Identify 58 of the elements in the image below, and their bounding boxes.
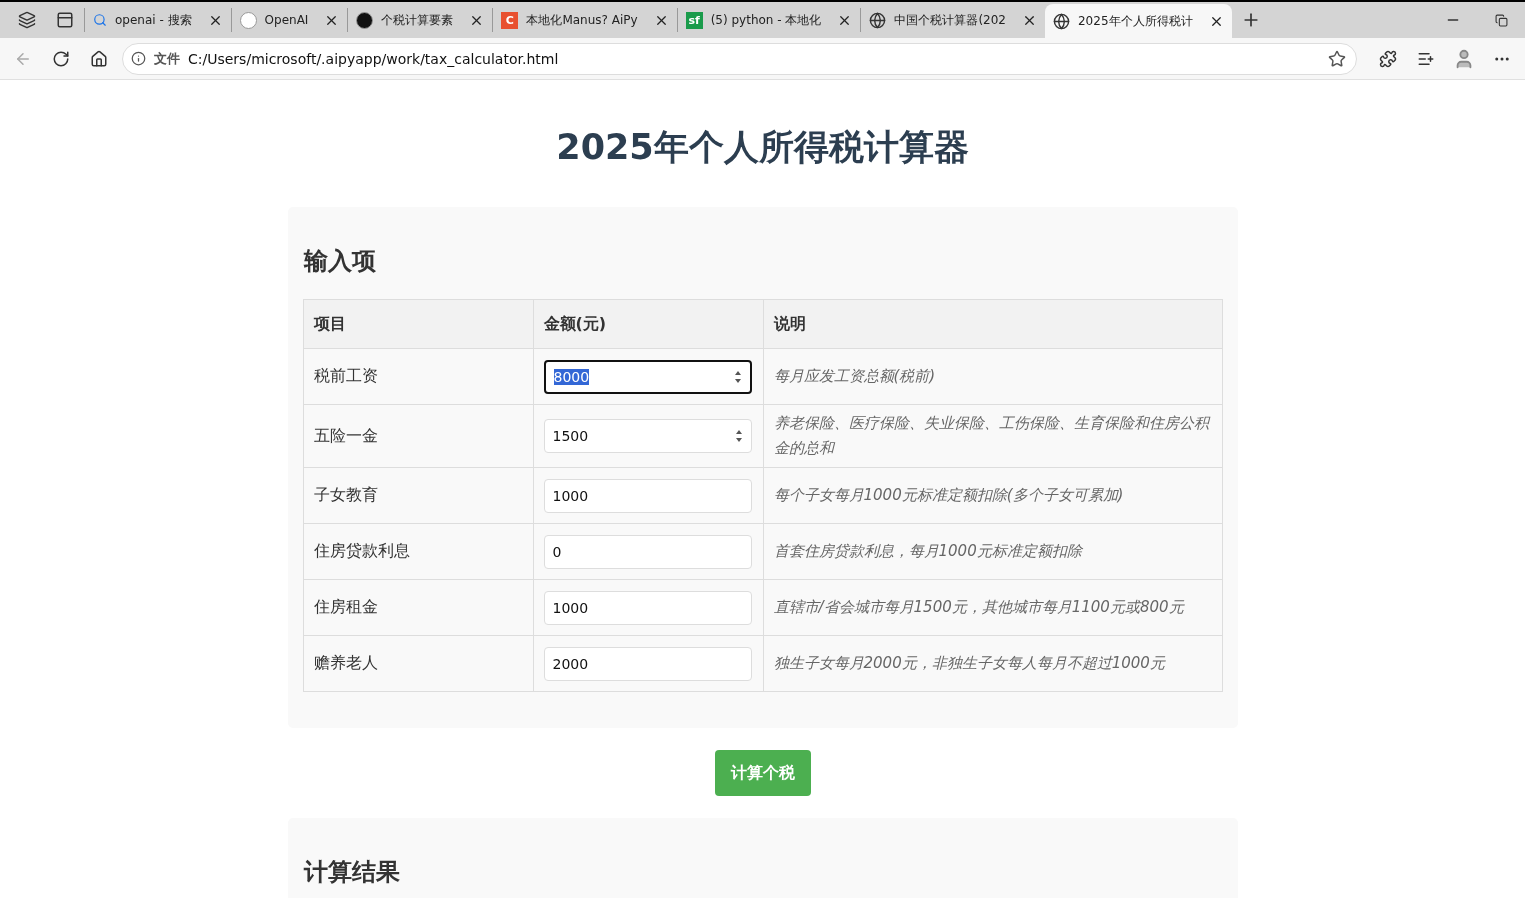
spinner-icon[interactable]: [734, 429, 743, 443]
amount-input[interactable]: 2000: [543, 646, 752, 681]
amount-input[interactable]: 1000: [543, 478, 752, 513]
logo-icon: sf: [685, 11, 703, 29]
table-cell: 赡养老人: [303, 635, 533, 692]
globe-icon: [869, 11, 887, 29]
tab-title: 个税计算要素: [381, 11, 455, 29]
spinner-icon[interactable]: [733, 369, 742, 384]
section-heading: 计算结果: [303, 857, 401, 888]
logo-icon: [356, 11, 374, 29]
tab-title: 中国个税计算器(202: [894, 11, 1007, 29]
url-text: C:/Users/microsoft/.aipyapp/work/tax_calculator.html: [188, 50, 560, 67]
column-header: 项目: [303, 299, 533, 349]
logo-icon: [239, 11, 257, 29]
search-icon: [93, 13, 107, 27]
tab-title: 2025年个人所得税计: [1078, 12, 1194, 30]
note-text: 直辖市/省会城市每月1500元，其他城市每月1100元或800元: [763, 579, 1222, 636]
browser-tab[interactable]: 个税计算要素: [347, 8, 493, 32]
amount-input[interactable]: 8000: [543, 359, 752, 394]
reload-icon[interactable]: [52, 49, 70, 68]
amount-input[interactable]: 1000: [543, 590, 752, 625]
home-icon[interactable]: [90, 49, 108, 68]
table-cell: 子女教育: [303, 467, 533, 524]
star-icon[interactable]: [1328, 49, 1346, 68]
note-text: 养老保险、医疗保险、失业保险、工伤保险、生育保险和住房公积金的总和: [763, 404, 1222, 468]
page-title: 2025年个人所得税计算器: [556, 126, 969, 169]
note-text: 首套住房贷款利息，每月1000元标准定额扣除: [763, 523, 1222, 580]
browser-tab[interactable]: C 本地化Manus? AiPy: [492, 8, 677, 32]
table-cell: 五险一金: [303, 404, 533, 468]
tab-title: 本地化Manus? AiPy: [526, 11, 639, 29]
section-heading: 输入项: [303, 246, 377, 277]
browser-tab[interactable]: sf (5) python - 本地化: [676, 8, 861, 32]
restore-icon[interactable]: [1494, 13, 1508, 27]
globe-icon: [1053, 12, 1070, 30]
tab-title: OpenAI: [264, 13, 310, 27]
note-text: 每月应发工资总额(税前): [763, 348, 1222, 405]
browser-tab[interactable]: 2025年个人所得税计: [1045, 4, 1232, 38]
column-header: 金额(元): [533, 299, 763, 349]
file-label: 文件: [154, 49, 180, 68]
browser-tab[interactable]: 中国个税计算器(202: [860, 8, 1045, 32]
tab-title: (5) python - 本地化: [710, 11, 823, 29]
amount-input[interactable]: 1500: [543, 419, 752, 453]
note-text: 独生子女每月2000元，非独生子女每人每月不超过1000元: [763, 635, 1222, 692]
table-cell: 税前工资: [303, 348, 533, 405]
extensions-icon[interactable]: [1379, 49, 1397, 68]
table-cell: 住房贷款利息: [303, 523, 533, 580]
note-text: 每个子女每月1000元标准定额扣除(多个子女可累加): [763, 467, 1222, 524]
table-cell: 住房租金: [303, 579, 533, 636]
address-bar[interactable]: 文件 C:/Users/microsoft/.aipyapp/work/tax_calculator.html: [122, 42, 1357, 75]
logo-icon: C: [501, 11, 519, 29]
column-header: 说明: [763, 299, 1222, 349]
tab-title: openai - 搜索: [115, 11, 193, 29]
workspaces-icon[interactable]: [18, 11, 36, 29]
info-icon: [131, 51, 146, 66]
browser-tab[interactable]: openai - 搜索: [84, 8, 231, 32]
browser-tab[interactable]: OpenAI: [230, 8, 348, 32]
amount-input[interactable]: 0: [543, 534, 752, 569]
tab-actions-icon[interactable]: [56, 11, 74, 29]
